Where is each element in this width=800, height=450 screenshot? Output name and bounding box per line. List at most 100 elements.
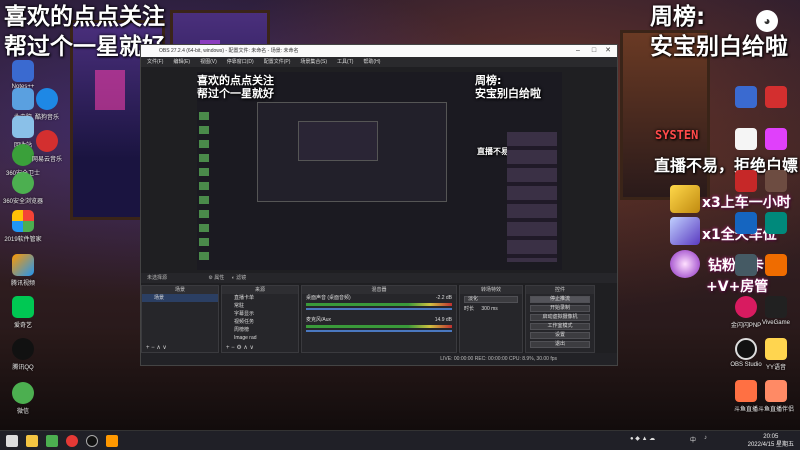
software-manager-icon bbox=[12, 210, 34, 232]
scene-item[interactable]: 场景 bbox=[142, 294, 218, 302]
desktop-icon-wechat[interactable]: 微信 bbox=[0, 382, 46, 415]
obs-taskbar-icon[interactable] bbox=[86, 435, 98, 447]
yy-voice-label: YY语音 bbox=[765, 365, 786, 371]
browser-taskbar-icon[interactable] bbox=[46, 435, 58, 447]
right-app-icon-4[interactable] bbox=[765, 128, 787, 150]
volume-icon[interactable]: ♪ bbox=[704, 435, 707, 441]
vivegame-icon[interactable] bbox=[765, 296, 787, 318]
volume-slider-desktop[interactable] bbox=[306, 308, 452, 310]
cat-face-icon: ◕ bbox=[756, 10, 778, 32]
virtual-camera-button[interactable]: 启动虚拟摄像机 bbox=[530, 314, 590, 321]
wechat-icon bbox=[12, 382, 34, 404]
source-item[interactable]: 周榜榜 bbox=[222, 326, 298, 334]
start-recording-button[interactable]: 开始录制 bbox=[530, 305, 590, 312]
obs-menubar: 文件(F) 编辑(E) 视图(V) 停靠窗口(D) 配置文件(P) 场景集合(S… bbox=[141, 57, 617, 67]
transition-duration[interactable]: 时长 300 ms bbox=[460, 305, 522, 313]
obs-preview-canvas[interactable]: 喜欢的点点关注 帮过个一星就好 周榜: 安宝别白给啦 直播不易，拒绝白嫖 bbox=[197, 72, 562, 270]
taskbar-clock[interactable]: 20:05 2022/4/15 星期五 bbox=[748, 433, 794, 449]
file-explorer-icon[interactable] bbox=[26, 435, 38, 447]
right-app-icon-2[interactable] bbox=[765, 86, 787, 108]
right-app-icon-3[interactable] bbox=[735, 128, 757, 150]
right-app-icon-10[interactable] bbox=[765, 254, 787, 276]
desktop-icon-kugou[interactable]: 酷狗音乐 bbox=[24, 88, 70, 121]
right-app-icon-5[interactable] bbox=[735, 170, 757, 192]
yy-voice-icon[interactable] bbox=[765, 338, 787, 360]
desktop-icon-tencent-video[interactable]: 腾讯视频 bbox=[0, 254, 46, 287]
desktop-icon-iqiyi[interactable]: 爱奇艺 bbox=[0, 296, 46, 329]
gift-line-4: +V+房管 bbox=[706, 279, 769, 295]
jinshan-pnp-icon[interactable] bbox=[735, 296, 757, 318]
close-button[interactable]: ✕ bbox=[601, 45, 615, 57]
preview-overlay-line1: 喜欢的点点关注 bbox=[197, 74, 274, 87]
mixer-header: 混音器 bbox=[302, 286, 456, 294]
obs-titlebar[interactable]: OBS 27.2.4 (64-bit, windows) - 配置文件: 未命名… bbox=[141, 45, 617, 57]
minimize-button[interactable]: – bbox=[571, 45, 585, 57]
menu-view[interactable]: 视图(V) bbox=[200, 57, 217, 67]
scenes-dock: 场景 场景 + − ∧ ∨ bbox=[141, 285, 219, 353]
diamond-badge-icon bbox=[670, 250, 700, 278]
netease-taskbar-icon[interactable] bbox=[66, 435, 78, 447]
douyu-icon[interactable] bbox=[735, 380, 757, 402]
input-method-indicator[interactable]: 中 bbox=[690, 435, 696, 444]
transitions-dock: 转场特效 淡化 时长 300 ms bbox=[459, 285, 523, 353]
filters-button[interactable]: ◐ 滤镜 bbox=[232, 275, 246, 281]
desktop-icon-netease-music[interactable]: 网易云音乐 bbox=[24, 130, 70, 163]
menu-docks[interactable]: 停靠窗口(D) bbox=[227, 57, 254, 67]
kugou-icon bbox=[36, 88, 58, 110]
right-app-icon-1[interactable] bbox=[735, 86, 757, 108]
overlay-weekly-name: 安宝别白给啦 bbox=[650, 34, 788, 60]
menu-scene-collection[interactable]: 场景集合(S) bbox=[300, 57, 327, 67]
vivegame-label: ViveGame bbox=[762, 320, 790, 326]
settings-button[interactable]: 设置 bbox=[530, 332, 590, 339]
obs-statusbar: LIVE: 00:00:00 REC: 00:00:00 CPU: 8.9%, … bbox=[141, 353, 617, 365]
mixer-track-desktop: 桌面声音 (桌面音频) -2.2 dB bbox=[306, 295, 452, 301]
obs-window[interactable]: OBS 27.2.4 (64-bit, windows) - 配置文件: 未命名… bbox=[140, 44, 618, 366]
studio-mode-button[interactable]: 工作室模式 bbox=[530, 323, 590, 330]
clock-date: 2022/4/15 星期五 bbox=[747, 442, 794, 448]
desktop-icon-360-browser[interactable]: 360安全浏览器 bbox=[0, 172, 46, 205]
netease-music-icon bbox=[36, 130, 58, 152]
douyu-companion-icon[interactable] bbox=[765, 380, 787, 402]
volume-slider-mic[interactable] bbox=[306, 330, 452, 332]
preview-weekly-title: 周榜: bbox=[475, 74, 502, 87]
obs-studio-icon[interactable] bbox=[735, 338, 757, 360]
transitions-header: 转场特效 bbox=[460, 286, 522, 294]
source-item[interactable]: 常駐 bbox=[222, 302, 298, 310]
properties-button[interactable]: ⚙ 属性 bbox=[208, 275, 224, 281]
source-item[interactable]: 字幕显示 bbox=[222, 310, 298, 318]
scene-controls[interactable]: + − ∧ ∨ bbox=[146, 344, 167, 351]
douyu-taskbar-icon[interactable] bbox=[106, 435, 118, 447]
desktop-icon-software-manager[interactable]: 2019软件管家 bbox=[0, 210, 46, 243]
menu-help[interactable]: 帮助(H) bbox=[363, 57, 380, 67]
menu-file[interactable]: 文件(F) bbox=[147, 57, 163, 67]
sources-dock: 来源 直播卡单 常駐 字幕显示 视频任务 周榜榜 Image rad + − ⚙… bbox=[221, 285, 299, 353]
source-item[interactable]: 直播卡单 bbox=[222, 294, 298, 302]
right-app-icon-6[interactable] bbox=[765, 170, 787, 192]
start-icon[interactable] bbox=[6, 435, 18, 447]
stop-streaming-button[interactable]: 停止推流 bbox=[530, 296, 590, 303]
gold-bar-icon bbox=[670, 185, 700, 213]
nested-preview bbox=[257, 102, 447, 202]
right-app-icon-9[interactable] bbox=[735, 254, 757, 276]
maximize-button[interactable]: □ bbox=[587, 45, 601, 57]
menu-profile[interactable]: 配置文件(P) bbox=[264, 57, 291, 67]
desktop-icon-notes[interactable]: Notes++ bbox=[0, 60, 46, 90]
douyu-companion-label: 斗鱼直播伴侣 bbox=[757, 407, 794, 413]
transition-select[interactable]: 淡化 bbox=[464, 296, 518, 303]
right-app-icon-7[interactable] bbox=[735, 212, 757, 234]
desktop-icon-qq[interactable]: 腾讯QQ bbox=[0, 338, 46, 371]
source-controls[interactable]: + − ⚙ ∧ ∨ bbox=[226, 344, 254, 351]
scenes-header: 场景 bbox=[142, 286, 218, 294]
right-app-icon-8[interactable] bbox=[765, 212, 787, 234]
source-item[interactable]: 视频任务 bbox=[222, 318, 298, 326]
tencent-video-icon bbox=[12, 254, 34, 276]
qq-penguin-icon bbox=[12, 338, 34, 360]
preview-weekly-name: 安宝别白给啦 bbox=[475, 87, 541, 100]
tray-icons[interactable]: ● ◆ ▲ ☁ bbox=[630, 435, 655, 442]
menu-edit[interactable]: 编辑(E) bbox=[173, 57, 190, 67]
source-item[interactable]: Image rad bbox=[222, 334, 298, 342]
overlay-follow-text: 喜欢的点点关注 bbox=[4, 4, 165, 30]
exit-button[interactable]: 退出 bbox=[530, 341, 590, 348]
sources-header: 来源 bbox=[222, 286, 298, 294]
menu-tools[interactable]: 工具(T) bbox=[337, 57, 353, 67]
